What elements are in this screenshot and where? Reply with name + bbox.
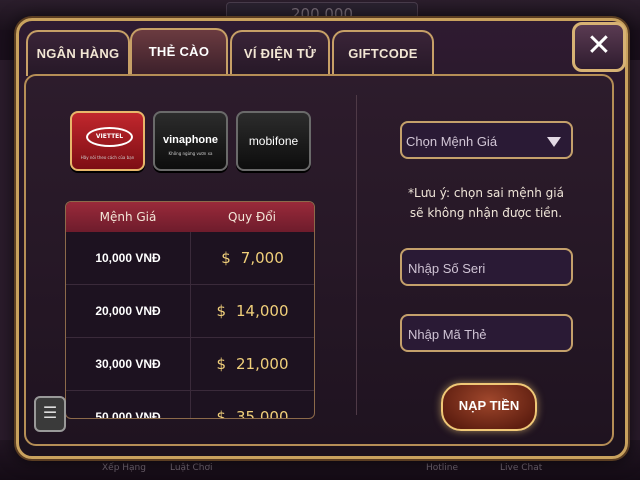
row-coin: 35,000 <box>236 408 289 419</box>
row-coin: 14,000 <box>236 302 289 320</box>
table-row: 10,000 VNĐ $7,000 <box>66 232 314 285</box>
carrier-viettel-button[interactable]: VIETTEL Hãy nói theo cách của bạn <box>70 111 145 171</box>
notes-icon[interactable]: ☰ <box>34 396 66 432</box>
tab-giftcode[interactable]: GIFTCODE <box>332 30 434 76</box>
rate-table-header: Mệnh Giá Quy Đổi <box>66 202 314 232</box>
carrier-mobifone-label: mobifone <box>248 134 299 148</box>
rate-table: Mệnh Giá Quy Đổi 10,000 VNĐ $7,000 20,00… <box>65 201 315 419</box>
row-value: 10,000 VNĐ <box>66 232 191 284</box>
coin-icon: $ <box>221 249 231 267</box>
denomination-select-label: Chọn Mệnh Giá <box>406 134 498 149</box>
nav-live-chat: Live Chat <box>500 463 543 473</box>
denomination-select[interactable]: Chọn Mệnh Giá <box>400 121 573 159</box>
table-row: 30,000 VNĐ $21,000 <box>66 338 314 391</box>
panel-divider <box>356 95 357 415</box>
row-value: 20,000 VNĐ <box>66 285 191 337</box>
carrier-vinaphone-tagline: Không ngừng vươn xa <box>168 151 213 156</box>
viettel-logo: VIETTEL <box>86 127 133 147</box>
header-exchange: Quy Đổi <box>228 210 276 224</box>
header-denomination: Mệnh Giá <box>99 210 157 224</box>
coin-icon: $ <box>216 302 227 320</box>
coin-icon: $ <box>216 408 227 419</box>
carrier-viettel-tagline: Hãy nói theo cách của bạn <box>80 155 135 160</box>
notice-text: *Lưu ý: chọn sai mệnh giá sẽ không nhận … <box>396 183 576 223</box>
serial-input[interactable] <box>406 260 570 277</box>
tab-scratch-card[interactable]: THẺ CÀO <box>130 28 228 76</box>
nav-hotline: Hotline <box>426 463 459 473</box>
chevron-down-icon <box>547 137 561 147</box>
coin-icon: $ <box>216 355 227 373</box>
table-row: 50,000 VNĐ $35,000 <box>66 391 314 419</box>
tab-e-wallet[interactable]: VÍ ĐIỆN TỬ <box>230 30 330 76</box>
close-button[interactable]: ✕ <box>572 22 626 72</box>
carrier-vinaphone-button[interactable]: vinaphone Không ngừng vươn xa <box>153 111 228 171</box>
notice-line-1: *Lưu ý: chọn sai mệnh giá <box>408 186 564 200</box>
carrier-vinaphone-label: vinaphone <box>162 134 218 146</box>
nav-rules: Luật Chơi <box>170 463 213 473</box>
nav-ranking: Xếp Hạng <box>102 463 146 473</box>
row-value: 30,000 VNĐ <box>66 338 191 390</box>
tab-bank[interactable]: NGÂN HÀNG <box>26 30 130 76</box>
notice-line-2: sẽ không nhận được tiền. <box>409 206 563 220</box>
table-row: 20,000 VNĐ $14,000 <box>66 285 314 338</box>
serial-field[interactable] <box>400 248 573 286</box>
card-code-field[interactable] <box>400 314 573 352</box>
carrier-mobifone-button[interactable]: mobifone <box>236 111 311 171</box>
card-code-input[interactable] <box>406 326 570 343</box>
row-value: 50,000 VNĐ <box>66 391 191 418</box>
row-coin: 21,000 <box>236 355 289 373</box>
recharge-button[interactable]: NẠP TIỀN <box>441 383 537 431</box>
row-coin: 7,000 <box>240 249 284 267</box>
